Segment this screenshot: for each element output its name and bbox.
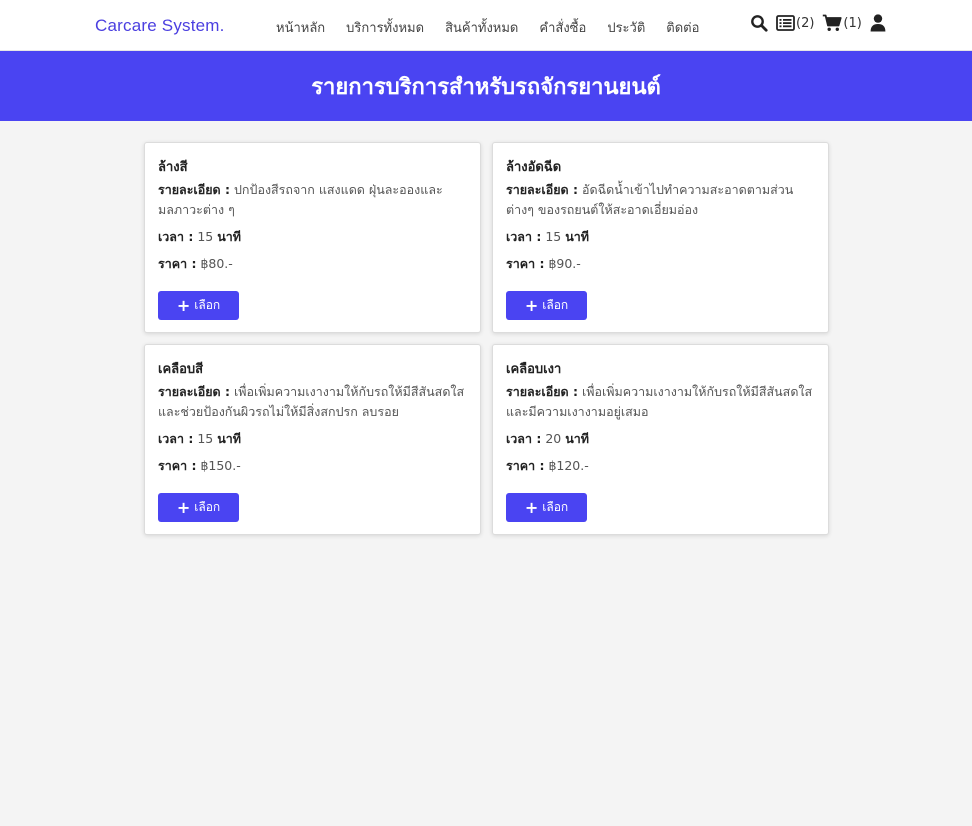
service-name: เคลือบสี [158,362,204,377]
page-banner: รายการบริการสำหรับรถจักรยานยนต์ [0,51,972,121]
detail-label: รายละเอียด : [158,384,231,399]
price-label: ราคา : [506,458,545,473]
service-price: ราคา : ฿150.- [158,456,467,476]
time-label: เวลา : [158,431,194,446]
service-card: ล้างอัดฉีด รายละเอียด : อัดฉีดน้ำเข้าไปท… [492,142,829,333]
time-unit: นาที [565,431,590,446]
service-price: ราคา : ฿80.- [158,254,467,274]
time-label: เวลา : [158,229,194,244]
service-price: ราคา : ฿90.- [506,254,815,274]
list-button[interactable]: (2) [776,15,814,31]
service-card: เคลือบสี รายละเอียด : เพื่อเพิ่มความเงาง… [144,344,481,535]
select-button[interactable]: + เลือก [506,291,587,320]
service-card: เคลือบเงา รายละเอียด : เพื่อเพิ่มความเงา… [492,344,829,535]
plus-icon: + [524,295,539,315]
nav-link-all-services[interactable]: บริการทั้งหมด [346,17,424,38]
nav-link-contact[interactable]: ติดต่อ [666,17,699,38]
detail-label: รายละเอียด : [506,384,579,399]
select-label: เลือก [542,298,569,312]
service-time: เวลา : 15 นาที [506,227,815,247]
plus-icon: + [524,497,539,517]
time-value: 15 [197,229,214,244]
nav-icons: (2) (1) [750,14,886,32]
user-icon[interactable] [870,14,886,32]
plus-icon: + [176,497,191,517]
cart-count: (1) [843,15,862,31]
list-icon [776,15,795,31]
brand-logo[interactable]: Carcare System. [95,16,225,36]
time-value: 15 [545,229,562,244]
service-detail: รายละเอียด : ปกป้องสีรถจาก แสงแดด ฝุ่นละ… [158,180,467,220]
service-name: เคลือบเงา [506,362,562,377]
price-value: ฿80.- [200,256,233,271]
time-unit: นาที [217,229,242,244]
nav-link-all-products[interactable]: สินค้าทั้งหมด [445,17,518,38]
detail-label: รายละเอียด : [158,182,231,197]
service-price: ราคา : ฿120.- [506,456,815,476]
service-time: เวลา : 20 นาที [506,429,815,449]
service-card: ล้างสี รายละเอียด : ปกป้องสีรถจาก แสงแดด… [144,142,481,333]
service-detail: รายละเอียด : อัดฉีดน้ำเข้าไปทำความสะอาดต… [506,180,815,220]
time-label: เวลา : [506,431,542,446]
select-button[interactable]: + เลือก [158,493,239,522]
price-value: ฿120.- [548,458,589,473]
time-label: เวลา : [506,229,542,244]
service-name: ล้างอัดฉีด [506,160,562,175]
service-detail: รายละเอียด : เพื่อเพิ่มความเงางามให้กับร… [506,382,815,422]
nav-link-home[interactable]: หน้าหลัก [276,17,325,38]
plus-icon: + [176,295,191,315]
page-title: รายการบริการสำหรับรถจักรยานยนต์ [311,74,661,100]
select-button[interactable]: + เลือก [158,291,239,320]
service-detail: รายละเอียด : เพื่อเพิ่มความเงางามให้กับร… [158,382,467,422]
select-button[interactable]: + เลือก [506,493,587,522]
time-value: 20 [545,431,562,446]
time-value: 15 [197,431,214,446]
time-unit: นาที [217,431,242,446]
list-count: (2) [796,15,815,31]
detail-label: รายละเอียด : [506,182,579,197]
cart-icon [822,14,843,32]
nav-link-history[interactable]: ประวัติ [607,17,645,38]
search-icon[interactable] [750,14,768,32]
top-navbar: Carcare System. หน้าหลัก บริการทั้งหมด ส… [0,0,972,51]
time-unit: นาที [565,229,590,244]
price-value: ฿150.- [200,458,241,473]
select-label: เลือก [542,500,569,514]
service-grid: ล้างสี รายละเอียด : ปกป้องสีรถจาก แสงแดด… [144,142,829,535]
service-time: เวลา : 15 นาที [158,429,467,449]
select-label: เลือก [194,298,221,312]
price-value: ฿90.- [548,256,581,271]
nav-link-orders[interactable]: คำสั่งซื้อ [539,17,586,38]
nav-links: หน้าหลัก บริการทั้งหมด สินค้าทั้งหมด คำส… [276,17,699,38]
price-label: ราคา : [158,256,197,271]
cart-button[interactable]: (1) [822,14,862,32]
price-label: ราคา : [506,256,545,271]
service-time: เวลา : 15 นาที [158,227,467,247]
service-name: ล้างสี [158,160,188,175]
select-label: เลือก [194,500,221,514]
price-label: ราคา : [158,458,197,473]
